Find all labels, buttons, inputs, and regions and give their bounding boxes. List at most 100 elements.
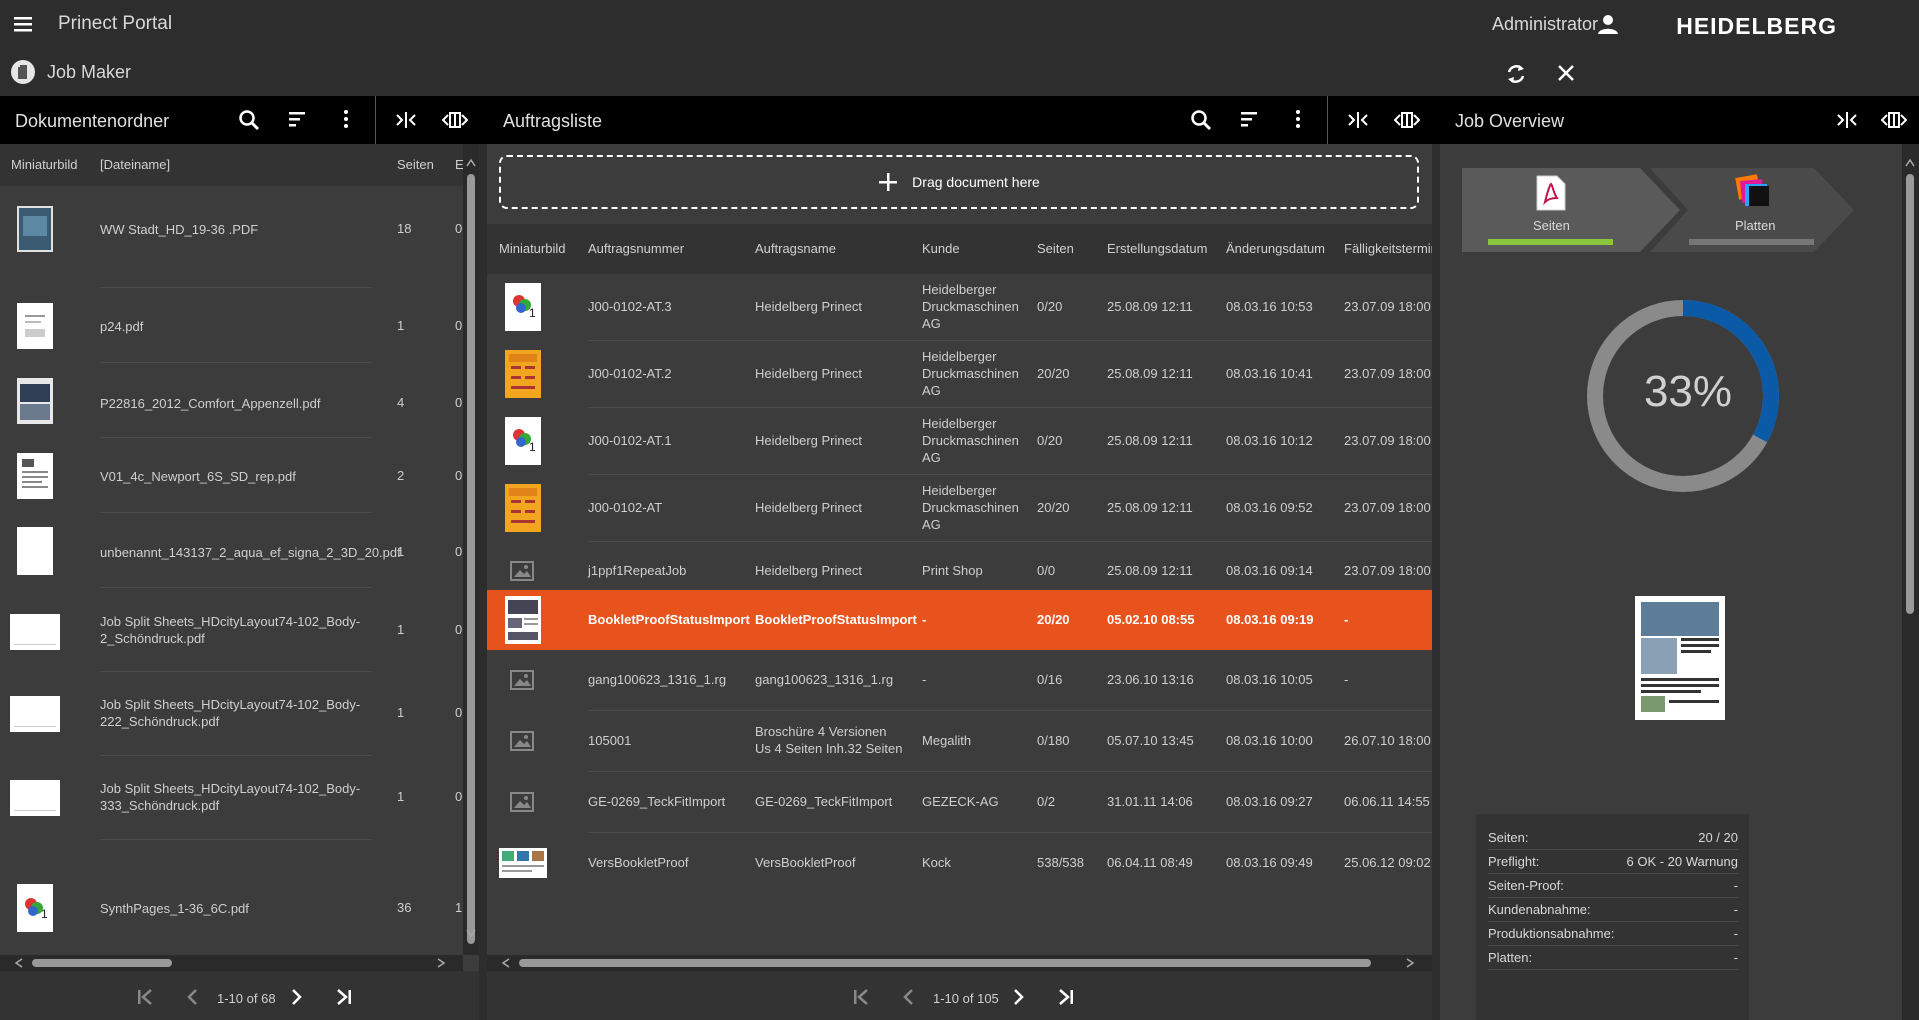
- col-job-name[interactable]: Auftragsname: [755, 241, 836, 256]
- more-icon[interactable]: [1288, 109, 1308, 129]
- prev-page-icon[interactable]: [186, 989, 198, 1005]
- expand-icon[interactable]: [1394, 110, 1420, 130]
- refresh-icon[interactable]: [1505, 63, 1527, 85]
- document-row[interactable]: P22816_2012_Comfort_Appenzell.pdf 4 0: [0, 363, 463, 438]
- job-created: 25.08.09 12:11: [1107, 433, 1193, 448]
- job-name: Broschüre 4 Versionen Us 4 Seiten Inh.32…: [755, 724, 903, 756]
- col-changed[interactable]: Änderungsdatum: [1226, 241, 1325, 256]
- job-changed: 08.03.16 09:14: [1226, 563, 1313, 578]
- documents-horizontal-scrollbar[interactable]: [0, 955, 463, 971]
- expand-icon[interactable]: [442, 110, 468, 130]
- documents-header-row: Miniaturbild [Dateiname] Seiten E: [0, 144, 463, 186]
- overview-vertical-scrollbar[interactable]: [1902, 144, 1919, 1020]
- document-row[interactable]: V01_4c_Newport_6S_SD_rep.pdf 2 0: [0, 438, 463, 513]
- job-row[interactable]: 1 J00-0102-AT.3 Heidelberg Prinect Heide…: [487, 274, 1432, 340]
- col-due[interactable]: Fälligkeitstermin: [1344, 241, 1432, 256]
- step-seiten-label: Seiten: [1533, 218, 1570, 233]
- job-row[interactable]: 1 J00-0102-AT.1 Heidelberg Prinect Heide…: [487, 408, 1432, 474]
- document-name: Job Split Sheets_HDcityLayout74-102_Body…: [100, 781, 361, 813]
- job-pages: 0/20: [1037, 433, 1063, 448]
- job-created: 31.01.11 14:06: [1107, 794, 1193, 809]
- stat-value: 20 / 20: [1698, 830, 1738, 845]
- divider: [1327, 96, 1328, 144]
- job-thumbnail: [499, 848, 547, 878]
- menu-icon[interactable]: [0, 0, 46, 48]
- sort-icon[interactable]: [287, 109, 307, 129]
- app-title: Prinect Portal: [58, 13, 173, 34]
- close-icon[interactable]: [1557, 64, 1575, 82]
- expand-icon[interactable]: [1881, 110, 1907, 130]
- job-customer: Kock: [922, 855, 951, 870]
- job-row[interactable]: GE-0269_TeckFitImport GE-0269_TeckFitImp…: [487, 772, 1432, 832]
- job-maker-icon: [10, 59, 36, 85]
- drop-zone[interactable]: Drag document here: [499, 155, 1419, 209]
- col-created[interactable]: Erstellungsdatum: [1107, 241, 1207, 256]
- user-icon[interactable]: [1597, 13, 1619, 35]
- last-page-icon[interactable]: [1058, 989, 1074, 1005]
- job-pages: 0/16: [1037, 672, 1063, 687]
- job-name: Heidelberg Prinect: [755, 299, 862, 314]
- last-page-icon[interactable]: [336, 989, 352, 1005]
- job-name: Heidelberg Prinect: [755, 500, 862, 515]
- collapse-icon[interactable]: [1836, 110, 1858, 130]
- documents-vertical-scrollbar[interactable]: [463, 144, 479, 955]
- first-page-icon[interactable]: [137, 989, 153, 1005]
- sort-icon[interactable]: [1239, 109, 1259, 129]
- prev-page-icon[interactable]: [902, 989, 914, 1005]
- row-divider: [100, 839, 372, 840]
- document-row[interactable]: p24.pdf 1 0: [0, 288, 463, 363]
- jobs-pager: 1-10 of 105: [487, 971, 1432, 1020]
- document-row[interactable]: WW Stadt_HD_19-36 .PDF 18 0: [0, 186, 463, 270]
- col-filename[interactable]: [Dateiname]: [100, 157, 170, 172]
- job-row[interactable]: VersBookletProof VersBookletProof Kock 5…: [487, 833, 1432, 893]
- col-pages[interactable]: Seiten: [1037, 241, 1074, 256]
- job-row[interactable]: gang100623_1316_1.rg gang100623_1316_1.r…: [487, 650, 1432, 710]
- job-created: 06.04.11 08:49: [1107, 855, 1193, 870]
- job-name: Heidelberg Prinect: [755, 433, 862, 448]
- document-name: V01_4c_Newport_6S_SD_rep.pdf: [100, 469, 296, 484]
- job-stats: Seiten: 20 / 20 Preflight: 6 OK - 20 Warnu…: [1476, 814, 1749, 1020]
- first-page-icon[interactable]: [853, 989, 869, 1005]
- document-row[interactable]: Job Split Sheets_HDcityLayout74-102_Body…: [0, 756, 463, 840]
- collapse-icon[interactable]: [1347, 110, 1369, 130]
- stat-value: -: [1733, 878, 1738, 893]
- panel-gutter: [479, 144, 487, 1020]
- jobs-title: Auftragsliste: [503, 111, 603, 131]
- image-placeholder-icon: [510, 792, 534, 812]
- job-created: 25.08.09 12:11: [1107, 299, 1193, 314]
- more-icon[interactable]: [336, 109, 356, 129]
- job-row[interactable]: J00-0102-AT.2 Heidelberg Prinect Heidelb…: [487, 341, 1432, 407]
- col-customer[interactable]: Kunde: [922, 241, 960, 256]
- documents-page-range: 1-10 of 68: [217, 991, 276, 1006]
- col-job-number[interactable]: Auftragsnummer: [588, 241, 684, 256]
- document-row[interactable]: Job Split Sheets_HDcityLayout74-102_Body…: [0, 588, 463, 672]
- module-title: Job Maker: [47, 62, 132, 82]
- col-thumbnail[interactable]: Miniaturbild: [11, 157, 77, 172]
- job-changed: 08.03.16 09:52: [1226, 500, 1313, 515]
- col-pages[interactable]: Seiten: [397, 157, 434, 172]
- job-thumbnail: [505, 484, 541, 532]
- collapse-icon[interactable]: [395, 110, 417, 130]
- job-name: gang100623_1316_1.rg: [755, 672, 894, 687]
- job-row-selected[interactable]: BookletProofStatusImport BookletProofSta…: [487, 590, 1432, 650]
- document-row[interactable]: 1 SynthPages_1-36_6C.pdf 36 1: [0, 864, 463, 944]
- job-number: GE-0269_TeckFitImport: [588, 794, 726, 809]
- user-name[interactable]: Administrator: [1492, 14, 1598, 35]
- job-number: BookletProofStatusImport: [588, 612, 750, 627]
- search-icon[interactable]: [1190, 109, 1212, 131]
- drop-label: Drag document here: [912, 174, 1040, 190]
- document-row[interactable]: unbenannt_143137_2_aqua_ef_signa_2_3D_20…: [0, 513, 463, 588]
- next-page-icon[interactable]: [1013, 989, 1025, 1005]
- col-thumbnail[interactable]: Miniaturbild: [499, 241, 565, 256]
- next-page-icon[interactable]: [291, 989, 303, 1005]
- document-extra: 0: [455, 789, 463, 804]
- search-icon[interactable]: [238, 109, 260, 131]
- col-extra[interactable]: E: [455, 157, 463, 172]
- document-name: Job Split Sheets_HDcityLayout74-102_Body…: [100, 614, 361, 646]
- job-thumbnail: 1: [505, 417, 541, 465]
- jobs-horizontal-scrollbar[interactable]: [487, 955, 1432, 971]
- document-row[interactable]: Job Split Sheets_HDcityLayout74-102_Body…: [0, 672, 463, 756]
- job-row[interactable]: J00-0102-AT Heidelberg Prinect Heidelber…: [487, 475, 1432, 541]
- document-thumbnail: [17, 206, 53, 252]
- job-row[interactable]: 105001 Broschüre 4 Versionen Us 4 Seiten…: [487, 711, 1432, 771]
